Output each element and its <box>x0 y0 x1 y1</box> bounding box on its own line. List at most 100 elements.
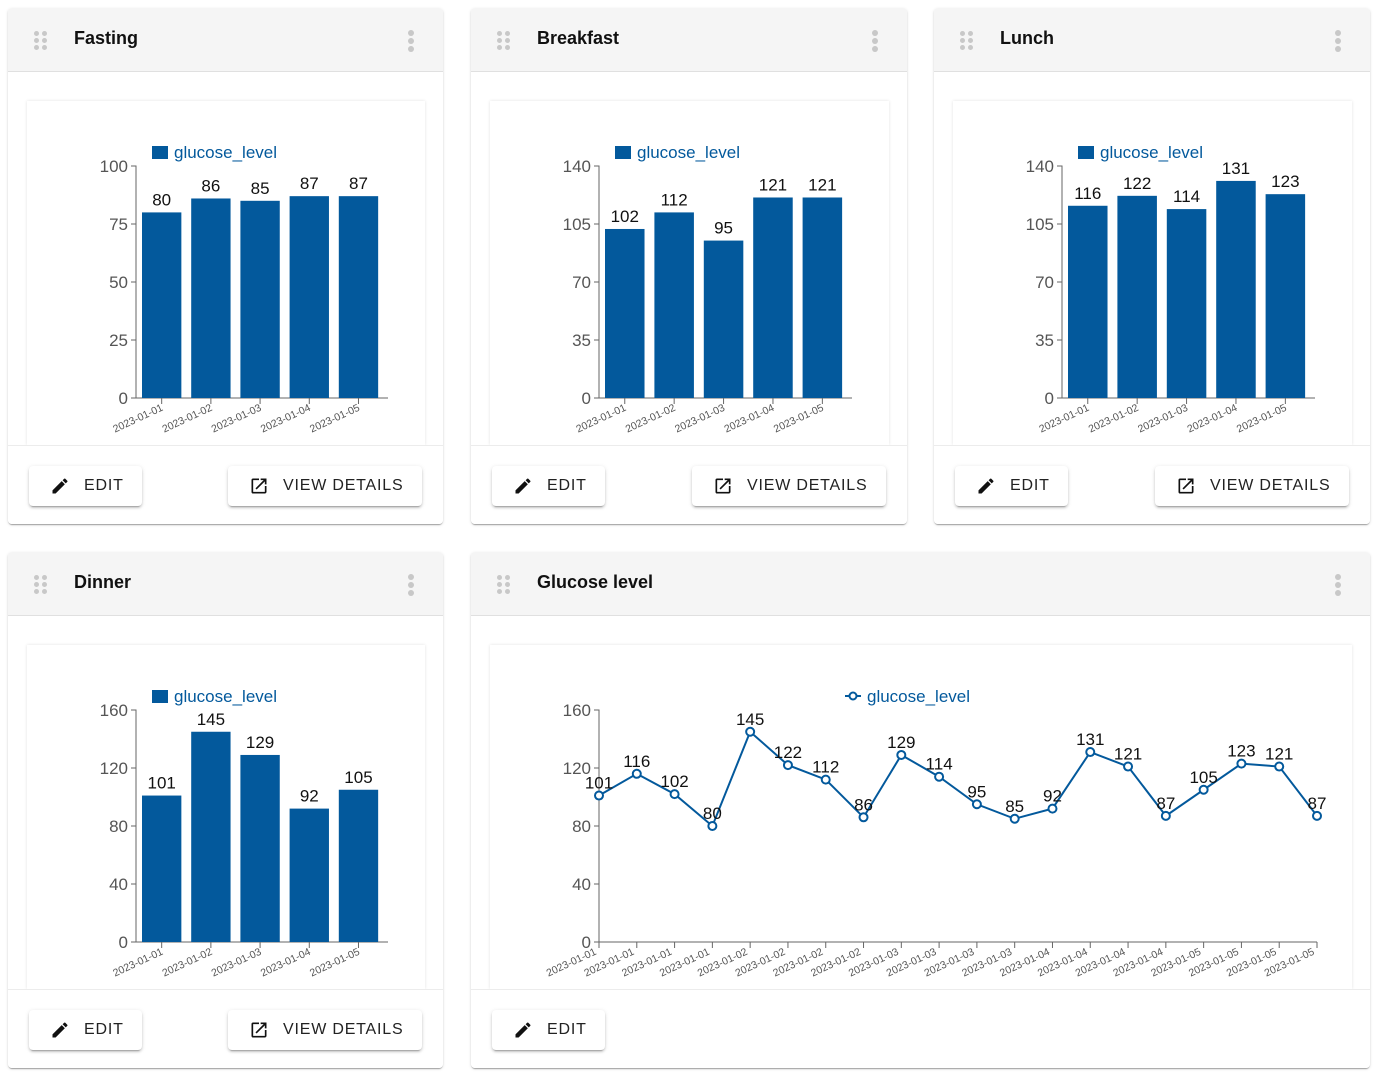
y-tick-label: 70 <box>572 273 591 292</box>
x-tick-label: 2023-01-05 <box>1235 402 1289 436</box>
data-point <box>1160 810 1171 821</box>
bar <box>289 808 329 942</box>
line-chart-glucose-level: glucose_level040801201602023-01-01101202… <box>545 687 1327 979</box>
bar-chart-breakfast: glucose_level035701051401022023-01-01112… <box>563 143 852 436</box>
more-vert-icon[interactable] <box>871 30 879 52</box>
bar-chart-dinner: glucose_level040801201601012023-01-01145… <box>100 687 388 980</box>
data-label: 87 <box>1156 794 1175 813</box>
y-tick-label: 105 <box>563 215 591 234</box>
more-vert-icon[interactable] <box>1334 30 1342 52</box>
data-label: 129 <box>887 733 915 752</box>
data-point <box>1085 747 1096 758</box>
edit-label: EDIT <box>547 1021 587 1038</box>
drag-indicator-icon[interactable] <box>497 575 511 595</box>
bar <box>142 212 182 398</box>
bar <box>240 754 280 942</box>
y-tick-label: 35 <box>1035 331 1054 350</box>
more-vert-icon[interactable] <box>1334 574 1342 596</box>
chart-paper: glucose_level 0 25 50 75 100 80 2023-01-01 86 202… <box>27 101 425 445</box>
drag-indicator-icon[interactable] <box>497 31 511 51</box>
card-header: Breakfast <box>471 8 907 72</box>
data-label: 112 <box>812 758 839 777</box>
data-point <box>745 726 756 737</box>
view-details-button[interactable]: VIEW DETAILS <box>692 466 886 506</box>
x-tick-label: 2023-01-02 <box>1087 402 1141 436</box>
view-details-button[interactable]: VIEW DETAILS <box>228 466 422 506</box>
data-point <box>1047 803 1058 814</box>
bar-chart-fasting: glucose_level0255075100802023-01-0186202… <box>100 143 388 436</box>
drag-indicator-icon[interactable] <box>34 575 48 595</box>
data-label: 86 <box>854 795 873 814</box>
bar <box>142 795 182 942</box>
data-point <box>896 749 907 760</box>
bar <box>1166 209 1207 398</box>
bar <box>191 731 231 942</box>
edit-button[interactable]: EDIT <box>955 466 1068 506</box>
view-details-label: VIEW DETAILS <box>283 477 404 494</box>
data-label: 80 <box>703 804 722 823</box>
drag-indicator-icon[interactable] <box>34 31 48 51</box>
data-point <box>971 799 982 810</box>
x-tick-label: 2023-01-02 <box>624 402 678 436</box>
pencil-icon <box>52 478 68 494</box>
data-point <box>820 774 831 785</box>
data-label: 122 <box>1123 174 1151 193</box>
data-point <box>1123 761 1134 772</box>
data-label: 121 <box>808 175 836 194</box>
more-vert-icon[interactable] <box>407 574 415 596</box>
bar <box>240 200 280 398</box>
pencil-icon <box>52 1022 68 1038</box>
edit-button[interactable]: EDIT <box>492 466 605 506</box>
data-label: 121 <box>1114 745 1142 764</box>
edit-label: EDIT <box>1010 477 1050 494</box>
y-tick-label: 0 <box>119 389 128 408</box>
y-tick-label: 25 <box>109 331 128 350</box>
card-title: Breakfast <box>537 28 620 48</box>
view-details-button[interactable]: VIEW DETAILS <box>1155 466 1349 506</box>
view-details-label: VIEW DETAILS <box>1210 477 1331 494</box>
pencil-icon <box>515 478 531 494</box>
edit-button[interactable]: EDIT <box>29 1010 142 1050</box>
x-tick-label: 2023-01-04 <box>259 402 313 436</box>
bar <box>802 197 843 398</box>
data-label: 129 <box>246 733 274 752</box>
edit-button[interactable]: EDIT <box>29 466 142 506</box>
data-label: 101 <box>147 774 175 793</box>
view-details-label: VIEW DETAILS <box>283 1021 404 1038</box>
card-title: Fasting <box>74 28 139 48</box>
more-vert-icon[interactable] <box>407 30 415 52</box>
data-label: 87 <box>1308 794 1327 813</box>
legend-swatch <box>152 690 168 703</box>
x-tick-label: 2023-01-04 <box>259 946 313 980</box>
open-in-new-icon <box>715 478 731 494</box>
bar <box>191 198 231 398</box>
view-details-button[interactable]: VIEW DETAILS <box>228 1010 422 1050</box>
card-fasting: Fasting glucose_level 0 25 50 75 100 80 2023-01… <box>8 8 443 524</box>
data-point <box>1312 810 1322 821</box>
data-label: 87 <box>349 174 368 193</box>
legend-label: glucose_level <box>1100 143 1203 162</box>
edit-label: EDIT <box>84 1021 124 1038</box>
chart-paper: glucose_level 0 40 80 120 160 101 2023-01-01 145… <box>27 645 425 989</box>
drag-indicator-icon[interactable] <box>960 31 974 51</box>
data-label: 102 <box>660 772 688 791</box>
data-label: 121 <box>759 175 787 194</box>
data-point <box>1274 761 1285 772</box>
y-tick-label: 40 <box>572 875 591 894</box>
y-tick-label: 50 <box>109 273 128 292</box>
y-tick-label: 140 <box>563 157 591 176</box>
edit-button[interactable]: EDIT <box>492 1010 605 1050</box>
card-dinner: Dinner glucose_level 0 40 80 120 160 101 2023-0… <box>8 552 443 1068</box>
x-tick-label: 2023-01-02 <box>160 402 214 436</box>
y-tick-label: 40 <box>109 875 128 894</box>
x-tick-label: 2023-01-05 <box>308 402 362 436</box>
view-details-label: VIEW DETAILS <box>747 477 868 494</box>
x-tick-label: 2023-01-03 <box>1136 402 1190 436</box>
pencil-icon <box>978 478 994 494</box>
data-label: 114 <box>1173 187 1200 206</box>
legend-label: glucose_level <box>867 687 970 706</box>
data-label: 105 <box>344 768 372 787</box>
data-label: 80 <box>152 190 171 209</box>
data-label: 92 <box>1043 787 1062 806</box>
y-tick-label: 160 <box>563 701 591 720</box>
